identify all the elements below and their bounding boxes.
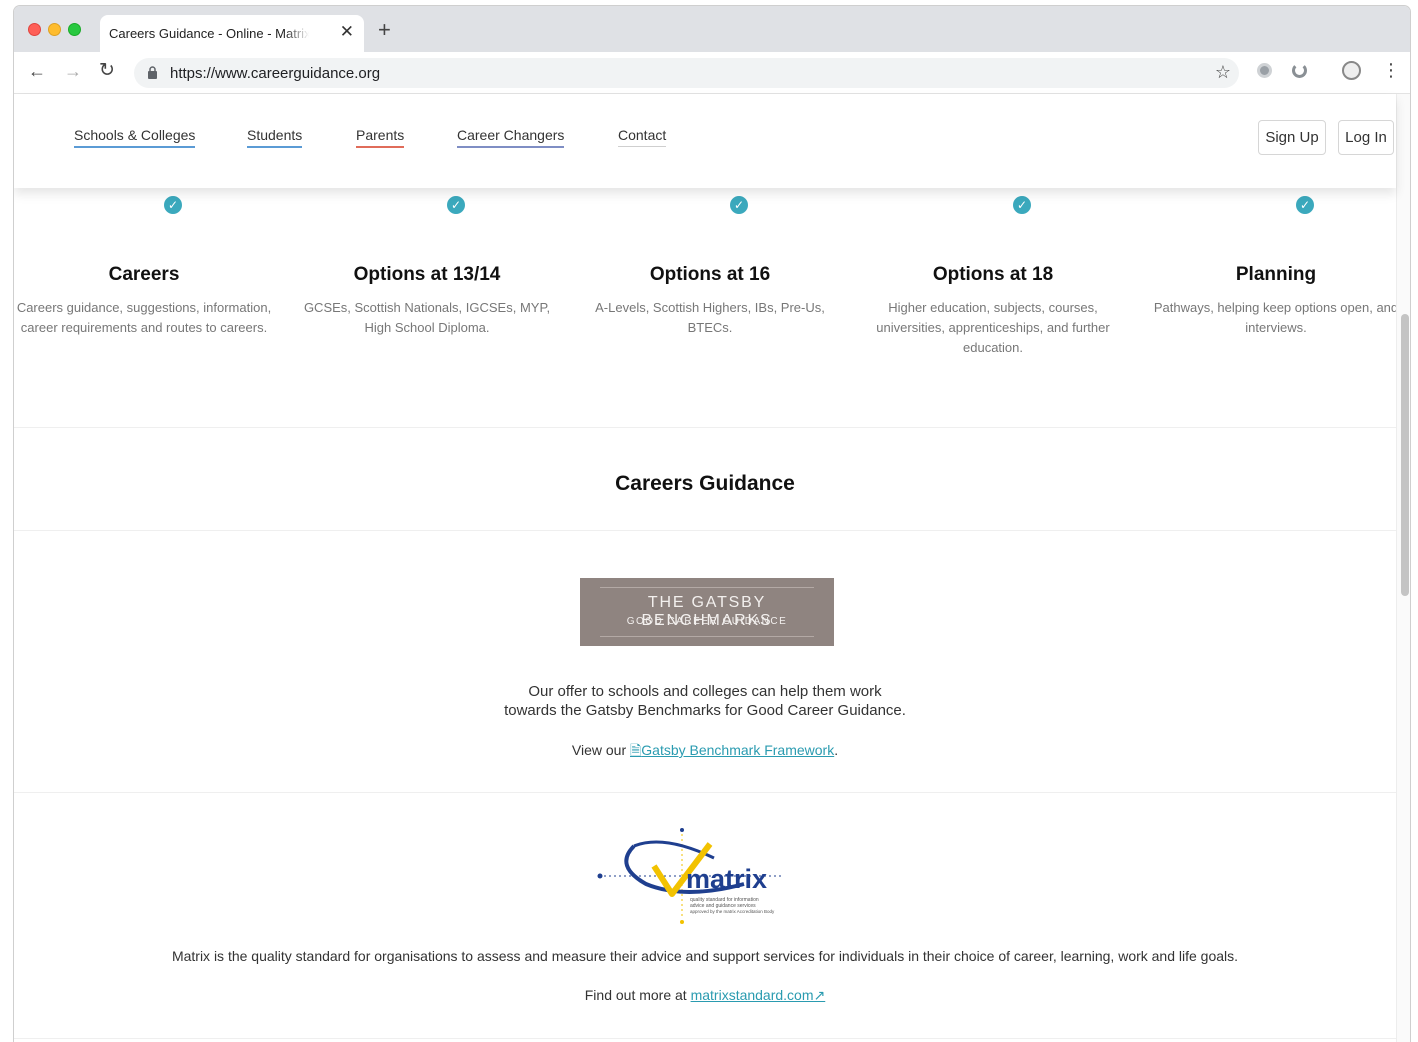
feature-title: Options at 13/14 [353,264,501,285]
view-prefix: View our [571,742,630,758]
gatsby-framework-link[interactable]: 🗎Gatsby Benchmark Framework [630,742,834,758]
find-out-more-line: Find out more at matrixstandard.com↗ [14,987,1396,1004]
feature-description: Careers guidance, suggestions, informati… [16,300,272,335]
gatsby-benchmarks-logo: THE GATSBY BENCHMARKS GOOD CAREER GUIDAN… [580,578,834,646]
external-link-icon: ↗ [813,987,826,1003]
section-divider [14,530,1396,531]
browser-tab[interactable]: Careers Guidance - Online - Matrix ✕ [100,15,364,52]
extension-icon[interactable] [1257,63,1272,78]
url-text[interactable]: https://www.careerguidance.org [170,65,380,82]
tab-title: Careers Guidance - Online - Matrix [109,26,309,41]
check-icon: ✓ [1294,194,1316,216]
nav-career-changers[interactable]: Career Changers [457,127,565,148]
matrix-logo-word: matrix [686,864,767,894]
address-bar[interactable]: https://www.careerguidance.org ☆ [134,58,1239,88]
find-prefix: Find out more at [584,987,691,1003]
star-icon[interactable]: ☆ [1215,62,1231,83]
feature-description: Pathways, helping keep options open, and… [1153,300,1396,335]
close-window-button[interactable] [28,23,41,36]
matrixstandard-link[interactable]: matrixstandard.com↗ [691,987,826,1003]
nav-parents[interactable]: Parents [356,127,405,148]
matrix-logo: matrix quality standard for information … [597,828,784,924]
feature-title: Options at 18 [932,264,1054,285]
pdf-icon: 🗎 [630,742,642,758]
site-header: Schools & Colleges Students Parents Care… [14,94,1396,188]
minimize-window-button[interactable] [48,23,61,36]
lock-icon [148,66,157,79]
section-divider [14,1038,1396,1039]
check-icon: ✓ [162,194,184,216]
forward-icon[interactable]: → [64,61,82,81]
feature-description: GCSEs, Scottish Nationals, IGCSEs, MYP, … [303,300,551,335]
check-icon: ✓ [1011,194,1033,216]
reload-icon[interactable]: ↻ [99,61,115,81]
profile-icon[interactable] [1342,61,1361,80]
feature-title: Careers [108,264,180,285]
new-tab-button[interactable]: + [378,19,391,41]
gatsby-framework-link-text: Gatsby Benchmark Framework [641,742,835,758]
offer-text: Our offer to schools and colleges can he… [14,682,1396,720]
sync-extension-icon[interactable] [1292,63,1307,78]
browser-window: Careers Guidance - Online - Matrix ✕ + ←… [13,5,1411,1042]
feature-description: Higher education, subjects, courses, uni… [876,300,1110,355]
nav-students[interactable]: Students [247,127,303,148]
gatsby-logo-subtitle: GOOD CAREER GUIDANCE [626,616,788,627]
scrollbar-thumb[interactable] [1401,314,1409,596]
section-divider [14,792,1396,793]
close-tab-icon[interactable]: ✕ [340,23,354,41]
log-in-button[interactable]: Log In [1338,120,1394,155]
section-divider [14,427,1396,428]
title-bar: Careers Guidance - Online - Matrix ✕ + [14,6,1410,52]
view-suffix: . [834,742,839,758]
matrix-description: Matrix is the quality standard for organ… [171,948,1239,964]
feature-title: Options at 16 [649,264,771,285]
matrix-logo-tagline-3: approved by the matrix Accreditation Bod… [690,909,775,914]
feature-description: A-Levels, Scottish Highers, IBs, Pre-Us,… [595,300,825,335]
matrixstandard-link-text: matrixstandard.com [690,987,814,1003]
page-scrollbar[interactable] [1396,94,1410,1042]
nav-contact[interactable]: Contact [618,127,667,147]
maximize-window-button[interactable] [68,23,81,36]
section-title: Careers Guidance [615,472,795,495]
page-content: ✓ Careers Careers guidance, suggestions,… [14,94,1396,1042]
menu-icon[interactable]: ⋮ [1382,60,1400,80]
nav-schools-colleges[interactable]: Schools & Colleges [74,127,196,148]
view-framework-line: View our 🗎Gatsby Benchmark Framework. [14,740,1396,764]
back-icon[interactable]: ← [28,61,46,81]
offer-line-1: Our offer to schools and colleges can he… [528,683,882,700]
browser-toolbar: ← → ↻ https://www.careerguidance.org ☆ ⋮ [14,52,1410,94]
sign-up-button[interactable]: Sign Up [1258,120,1326,155]
check-icon: ✓ [445,194,467,216]
offer-line-2: towards the Gatsby Benchmarks for Good C… [504,702,906,719]
feature-title: Planning [1235,264,1317,285]
check-icon: ✓ [728,194,750,216]
